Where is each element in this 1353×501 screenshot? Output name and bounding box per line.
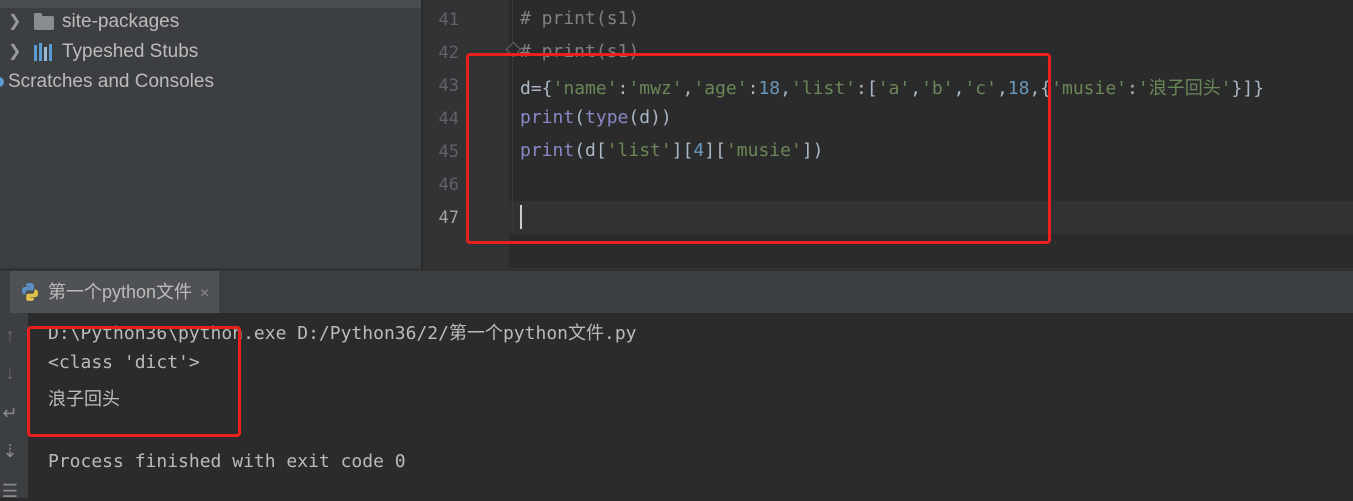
chevron-right-icon[interactable]: ❯ bbox=[8, 38, 22, 66]
tree-item-scratches[interactable]: Scratches and Consoles bbox=[0, 68, 421, 96]
highlight-box-output bbox=[27, 326, 241, 437]
tree-row-partial[interactable] bbox=[0, 0, 421, 8]
line-number: 46 bbox=[438, 175, 459, 195]
print-icon[interactable]: ☰ bbox=[0, 481, 20, 501]
tree-item-typeshed-stubs[interactable]: ❯ Typeshed Stubs bbox=[0, 38, 421, 66]
scratches-icon bbox=[0, 77, 4, 87]
close-icon[interactable]: × bbox=[200, 285, 209, 302]
code-line-41[interactable]: # print(s1) bbox=[520, 8, 639, 29]
arrow-down-icon[interactable]: ↓ bbox=[0, 363, 20, 383]
line-number-current: 47 bbox=[438, 208, 459, 228]
code-token: }]} bbox=[1231, 78, 1265, 99]
tree-item-label: site-packages bbox=[62, 11, 180, 32]
line-number: 41 bbox=[438, 10, 459, 30]
string-token: ' bbox=[1220, 78, 1232, 99]
tree-item-site-packages[interactable]: ❯ site-packages bbox=[0, 8, 421, 36]
run-tab-title: 第一个python文件 bbox=[48, 282, 193, 302]
string-token: 'musie' bbox=[1051, 78, 1128, 99]
library-icon bbox=[34, 43, 56, 61]
string-token: ' bbox=[1137, 78, 1149, 99]
arrow-up-icon[interactable]: ↑ bbox=[0, 325, 20, 345]
run-tab[interactable]: 第一个python文件 × bbox=[10, 271, 220, 313]
scroll-to-end-icon[interactable]: ⇣ bbox=[0, 441, 20, 461]
soft-wrap-icon[interactable]: ↵ bbox=[0, 403, 20, 423]
chevron-right-icon[interactable]: ❯ bbox=[8, 8, 22, 36]
console-output-line: Process finished with exit code 0 bbox=[48, 451, 406, 472]
python-icon bbox=[22, 283, 38, 301]
highlight-box-code bbox=[466, 53, 1051, 244]
tree-item-label: Scratches and Consoles bbox=[8, 71, 214, 92]
line-number: 43 bbox=[438, 76, 459, 96]
comment: # print(s1) bbox=[520, 8, 640, 29]
line-number: 45 bbox=[438, 142, 459, 162]
folder-icon bbox=[34, 13, 54, 30]
run-toolbar: ↑ ↓ ↵ ⇣ ☰ bbox=[0, 313, 28, 501]
line-number: 44 bbox=[438, 109, 459, 129]
string-token: 浪子回头 bbox=[1148, 78, 1221, 99]
line-number: 42 bbox=[438, 43, 459, 63]
project-tree-panel: ❯ site-packages ❯ Typeshed Stubs Scratch… bbox=[0, 0, 421, 268]
tree-item-label: Typeshed Stubs bbox=[62, 41, 199, 62]
code-token: : bbox=[1127, 78, 1138, 99]
run-tool-window-header: 第一个python文件 × bbox=[0, 271, 1353, 314]
